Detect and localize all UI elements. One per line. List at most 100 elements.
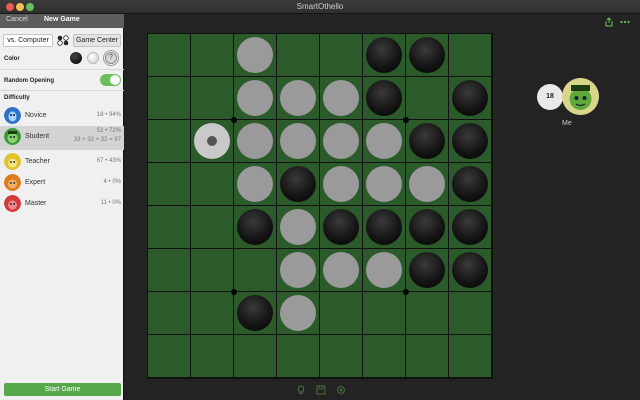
board-cell[interactable] bbox=[277, 335, 319, 377]
board-cell[interactable] bbox=[148, 34, 190, 76]
level-name: Novice bbox=[25, 112, 47, 119]
level-stats: 18 • 94% bbox=[96, 112, 121, 118]
difficulty-student[interactable]: Student 51 • 72% 33 + 32 + 32 = 97 bbox=[0, 126, 124, 150]
board-cell[interactable] bbox=[449, 34, 491, 76]
teacher-avatar-icon bbox=[4, 153, 21, 170]
board-cell[interactable] bbox=[191, 292, 233, 334]
game-mode-selector: vs. Computer Game Center bbox=[3, 34, 121, 47]
board-cell[interactable] bbox=[191, 77, 233, 119]
board-cell[interactable] bbox=[148, 206, 190, 248]
board-cell[interactable] bbox=[406, 120, 448, 162]
board-cell[interactable] bbox=[406, 77, 448, 119]
board-cell[interactable] bbox=[320, 77, 362, 119]
board-cell[interactable] bbox=[449, 206, 491, 248]
board-cell[interactable] bbox=[406, 335, 448, 377]
board-cell[interactable] bbox=[363, 120, 405, 162]
board-cell[interactable] bbox=[320, 292, 362, 334]
board-cell[interactable] bbox=[363, 249, 405, 291]
board-star-point bbox=[230, 288, 237, 295]
board-cell[interactable] bbox=[148, 120, 190, 162]
save-icon[interactable] bbox=[316, 385, 326, 395]
board-cell[interactable] bbox=[363, 77, 405, 119]
start-game-button[interactable]: Start Game bbox=[4, 383, 121, 396]
difficulty-teacher[interactable]: Teacher 67 • 43% bbox=[0, 151, 124, 172]
board-cell[interactable] bbox=[449, 77, 491, 119]
difficulty-master[interactable]: Master 11 • 0% bbox=[0, 193, 124, 214]
board-cell[interactable] bbox=[406, 34, 448, 76]
board-cell[interactable] bbox=[320, 206, 362, 248]
board-cell[interactable] bbox=[449, 335, 491, 377]
board-cell[interactable] bbox=[277, 120, 319, 162]
board-cell[interactable] bbox=[406, 163, 448, 205]
board-cell[interactable] bbox=[320, 120, 362, 162]
color-white-option[interactable] bbox=[87, 52, 99, 64]
difficulty-expert[interactable]: Expert 4 • 0% bbox=[0, 172, 124, 193]
board-cell[interactable] bbox=[234, 120, 276, 162]
black-disc bbox=[452, 80, 488, 116]
board-cell[interactable] bbox=[406, 292, 448, 334]
board-cell[interactable] bbox=[148, 163, 190, 205]
board-cell[interactable] bbox=[320, 163, 362, 205]
game-center-button[interactable]: Game Center bbox=[73, 34, 121, 47]
board-cell[interactable] bbox=[449, 163, 491, 205]
board-cell[interactable] bbox=[277, 163, 319, 205]
board-cell[interactable] bbox=[277, 206, 319, 248]
board-cell[interactable] bbox=[363, 206, 405, 248]
board-cell[interactable] bbox=[277, 77, 319, 119]
board-cell[interactable] bbox=[320, 335, 362, 377]
sidebar-title: New Game bbox=[44, 16, 80, 23]
cancel-button[interactable]: Cancel bbox=[6, 16, 28, 23]
board-cell[interactable] bbox=[449, 120, 491, 162]
board-cell[interactable] bbox=[234, 249, 276, 291]
share-icon[interactable] bbox=[604, 17, 614, 27]
board-cell[interactable] bbox=[234, 34, 276, 76]
master-avatar-icon bbox=[4, 195, 21, 212]
board-cell[interactable] bbox=[148, 249, 190, 291]
board-cell[interactable] bbox=[148, 335, 190, 377]
board-cell[interactable] bbox=[363, 34, 405, 76]
board-cell[interactable] bbox=[406, 249, 448, 291]
difficulty-novice[interactable]: Novice 18 • 94% bbox=[0, 105, 124, 126]
board-cell[interactable] bbox=[449, 249, 491, 291]
app-window: SmartOthello Cancel New Game vs. Compute… bbox=[0, 0, 640, 400]
color-random-option[interactable]: ? bbox=[105, 52, 117, 64]
board-cell[interactable] bbox=[148, 292, 190, 334]
board-cell[interactable] bbox=[320, 34, 362, 76]
board-cell[interactable] bbox=[234, 292, 276, 334]
settings-icon[interactable] bbox=[336, 385, 346, 395]
board-cell[interactable] bbox=[277, 34, 319, 76]
board-cell[interactable] bbox=[406, 206, 448, 248]
board-cell[interactable] bbox=[191, 34, 233, 76]
student-avatar-icon bbox=[4, 128, 21, 145]
board-cell[interactable] bbox=[148, 77, 190, 119]
white-disc bbox=[237, 123, 273, 159]
board-cell[interactable] bbox=[191, 163, 233, 205]
board-cell[interactable] bbox=[320, 249, 362, 291]
board-cell[interactable] bbox=[234, 163, 276, 205]
random-opening-toggle[interactable] bbox=[100, 74, 121, 86]
board-cell[interactable] bbox=[449, 292, 491, 334]
board-cell[interactable] bbox=[363, 163, 405, 205]
toggle-knob bbox=[110, 75, 120, 85]
color-black-option[interactable] bbox=[70, 52, 82, 64]
level-name: Student bbox=[25, 133, 50, 140]
level-name: Expert bbox=[25, 179, 46, 186]
move-hint-marker bbox=[194, 123, 230, 159]
board-cell[interactable] bbox=[234, 77, 276, 119]
board-cell[interactable] bbox=[277, 249, 319, 291]
hint-icon[interactable] bbox=[296, 385, 306, 395]
board-cell[interactable] bbox=[191, 120, 233, 162]
board-cell[interactable] bbox=[234, 335, 276, 377]
board-cell[interactable] bbox=[277, 292, 319, 334]
board-cell[interactable] bbox=[363, 292, 405, 334]
black-disc bbox=[452, 252, 488, 288]
board-cell[interactable] bbox=[191, 206, 233, 248]
more-icon[interactable] bbox=[620, 17, 630, 27]
board-cell[interactable] bbox=[234, 206, 276, 248]
board-cell[interactable] bbox=[363, 335, 405, 377]
board-cell[interactable] bbox=[191, 335, 233, 377]
board-cell[interactable] bbox=[191, 249, 233, 291]
white-disc bbox=[280, 80, 316, 116]
vs-computer-button[interactable]: vs. Computer bbox=[3, 34, 53, 47]
color-label: Color bbox=[4, 56, 20, 62]
